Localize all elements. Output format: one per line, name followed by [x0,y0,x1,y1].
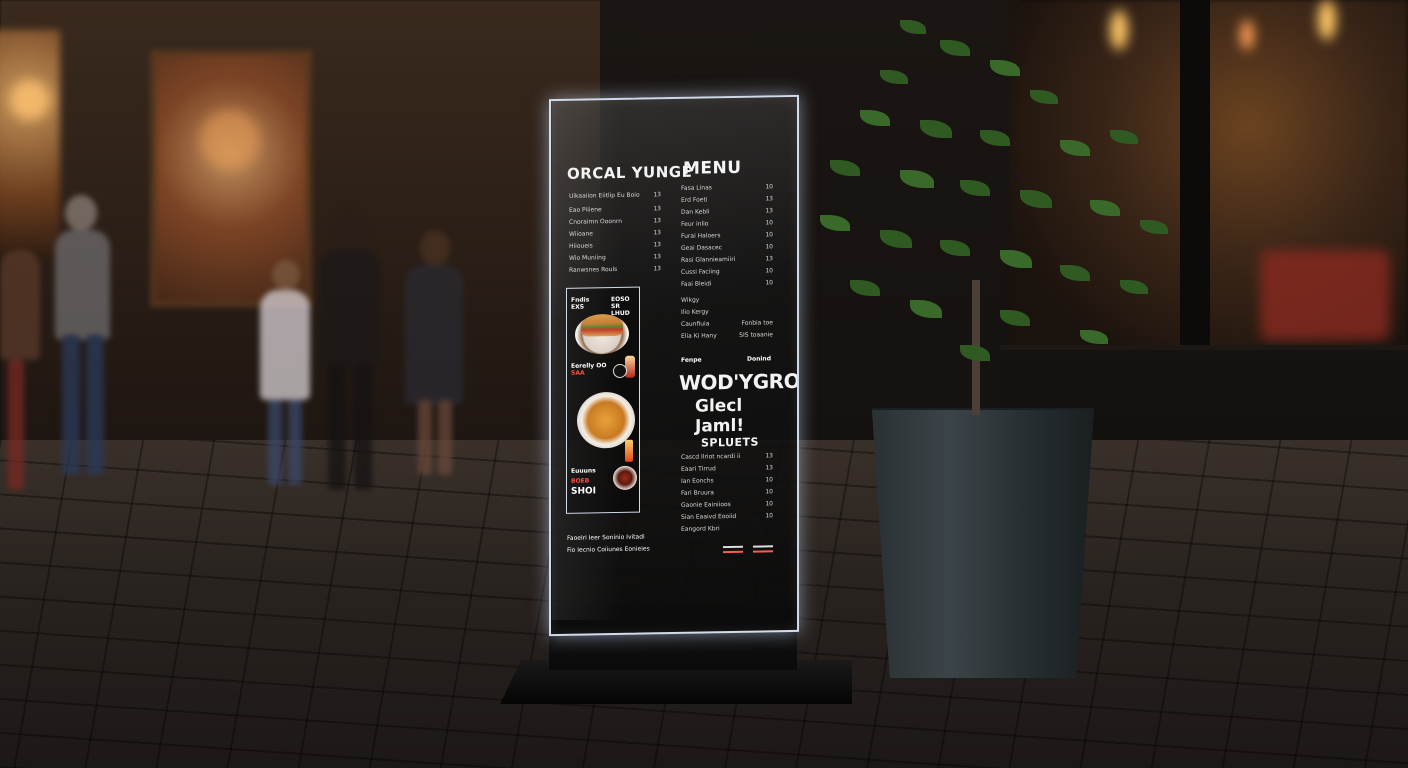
feature-label: Eerelly OO SAA [571,362,607,377]
footer-text: Faoelri Ieer Soninio Ivitadi [567,533,645,542]
menu-row: Wio Muniing 13 [569,253,661,262]
utensils-icon [723,545,743,549]
sandwich-image [581,313,623,337]
menu-row: Hiioueis 13 [569,241,661,250]
menu-row: Cnoraimn Ooonrn 13 [569,217,661,226]
drink-image [625,355,635,378]
promo-label: Donind [747,355,771,363]
promo-headline: WOD'YGRO [679,368,799,395]
menu-row: Erd Foeti 13 [681,195,773,204]
condiment-image [625,439,633,462]
menu-row: Fari Bruura 10 [681,488,773,497]
menu-row: Cussi Faciing 10 [681,267,773,276]
menu-row: Rasi Glannieamiiri 13 [681,255,773,264]
promo-subline: Glecl Jaml! [695,395,745,437]
menu-row: Faai Bleidi 10 [681,279,773,288]
menu-row: Feur inlio 10 [681,219,773,228]
illuminated-menu-sign: ORCAL YUNGE MENU Uikaaiion Eiitlip Eu Bo… [549,94,799,637]
menu-row: Cascd Ilriot ncardi ii 13 [681,452,773,461]
utensils-icon [753,550,773,553]
promo-label: Fenpe [681,356,702,364]
menu-row: Sian Eaaivd Eooiid 10 [681,512,773,521]
menu-row: Geai Dasacec 10 [681,243,773,252]
menu-row: Furai Haloers 10 [681,231,773,240]
menu-row: Fasa Linas 10 [681,183,773,192]
brand-title: ORCAL YUNGE [567,162,693,183]
feature-label: Euuuns BOEB SHOI [571,467,597,497]
menu-row: Wikgy [681,296,700,304]
menu-row: Uikaaiion Eiitlip Eu Boio 13 [569,191,661,200]
footer-icons [723,543,779,556]
street-scene: ORCAL YUNGE MENU Uikaaiion Eiitlip Eu Bo… [0,0,1408,768]
feature-label: EOSO SR LHUD [611,295,630,318]
menu-row: Elia Ki Hany SIS toaanie [681,331,773,340]
menu-row: Eangord Kbri [681,525,720,533]
footer-text: Fio Iecnio Coiiunes Eonieies [567,545,650,554]
section-title: SPLUETS [701,435,759,450]
menu-row: Eao Piiiene 13 [569,205,661,214]
menu-row: Wiioane 13 [569,229,661,238]
menu-row: Ian Eonchs 10 [681,476,773,485]
salad-bowl-image [613,465,637,491]
feature-label: Fndis EXS [571,296,590,311]
menu-row: Caunfiuia Fonbia toe [681,319,773,328]
menu-row: Eaari Tirrud 13 [681,464,773,473]
menu-title: MENU [683,157,742,179]
menu-row: Dan Kebli 13 [681,207,773,216]
utensils-icon [723,550,743,554]
utensils-icon [753,545,773,548]
menu-row: Ranwsnes Rouls 13 [569,265,661,274]
featured-food-panel: Fndis EXS EOSO SR LHUD Eerelly OO SAA Euu… [566,286,640,514]
menu-row: Gaonie Eainiioos 10 [681,500,773,509]
menu-row: Ilio Kergy [681,308,709,316]
